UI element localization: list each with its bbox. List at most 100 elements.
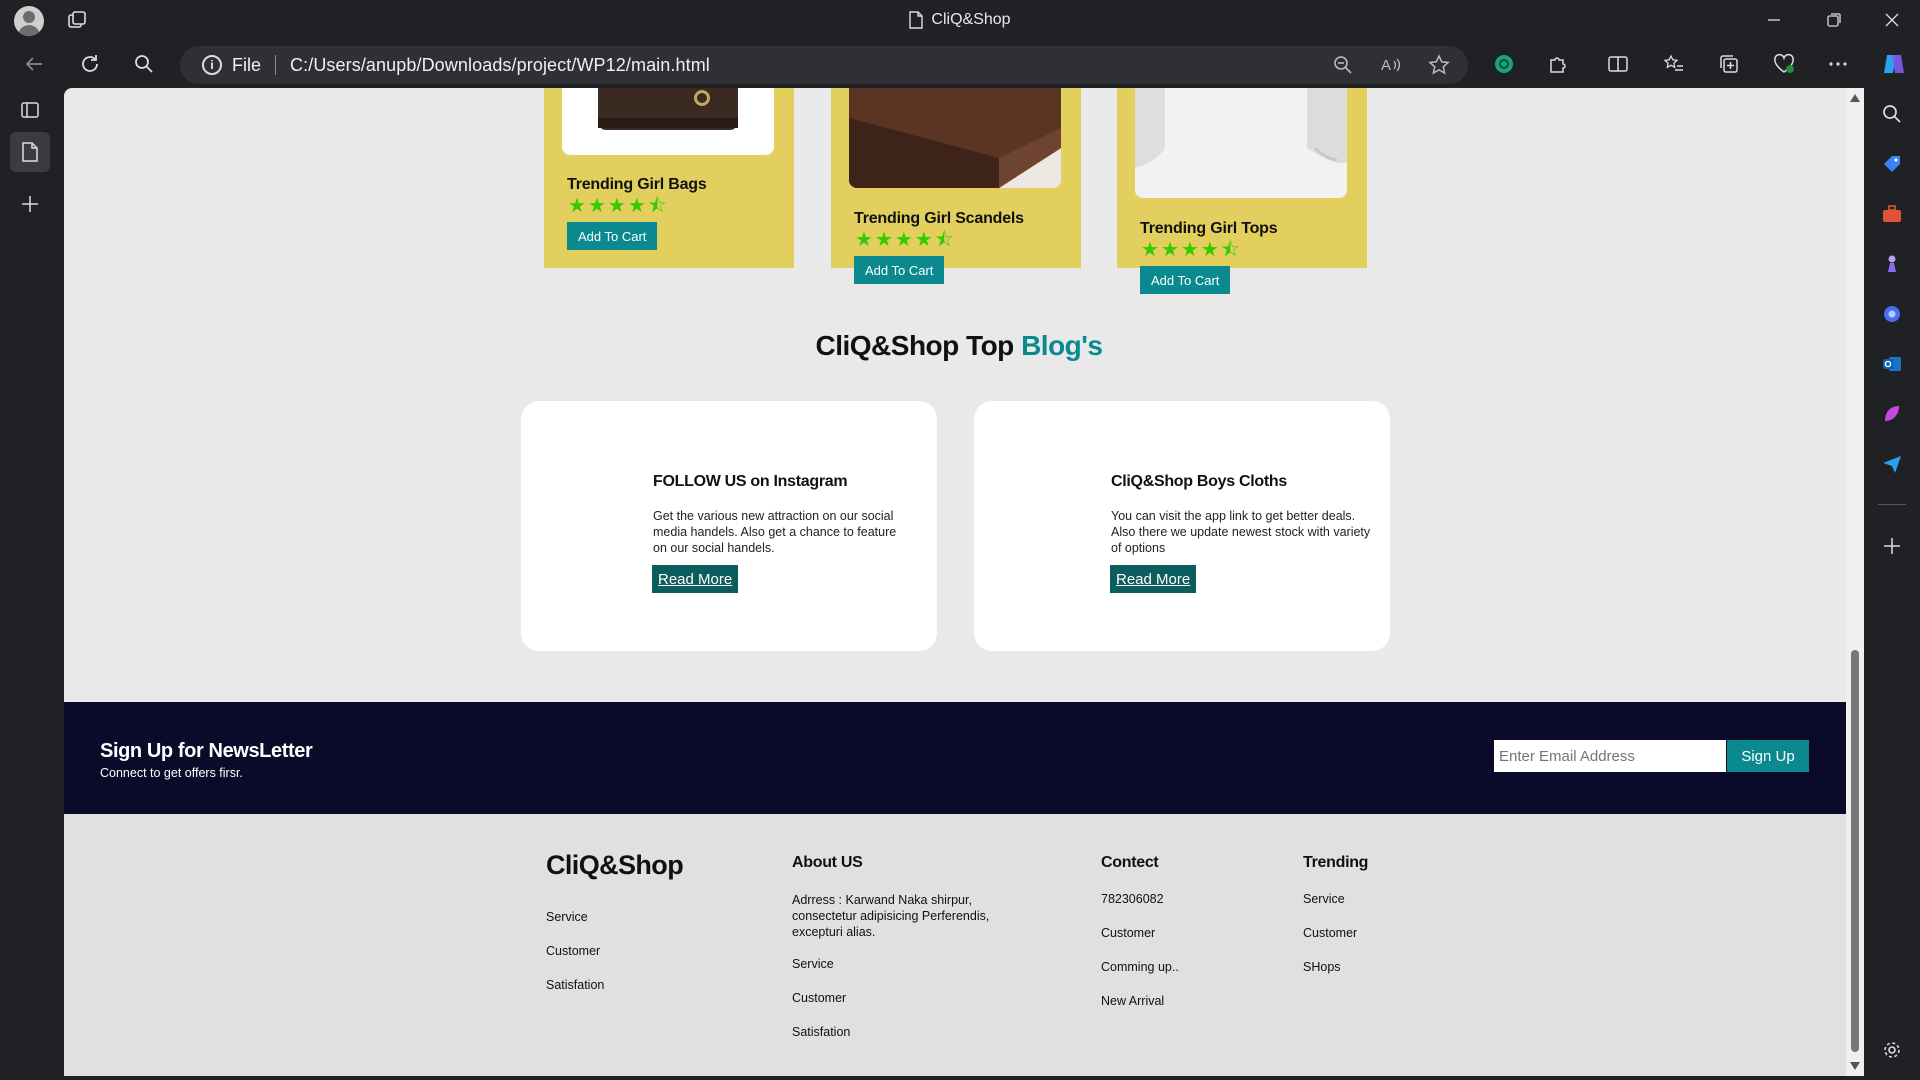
star-icon: ★ xyxy=(1200,239,1219,261)
more-options-button[interactable] xyxy=(1822,48,1854,80)
footer-phone[interactable]: 782306082 xyxy=(1101,892,1164,906)
read-more-button[interactable]: Read More xyxy=(652,565,739,593)
gear-icon xyxy=(1884,1042,1900,1058)
blog-heading-accent: Blog's xyxy=(1021,330,1103,361)
footer-link[interactable]: Customer xyxy=(1303,926,1357,940)
favorites-button[interactable] xyxy=(1658,48,1690,80)
half-star-icon: ⯪ xyxy=(934,229,954,251)
window-title: CliQ&Shop xyxy=(0,0,1920,40)
product-image xyxy=(849,88,1061,188)
white-top-image xyxy=(1135,88,1347,198)
sidebar-send-button[interactable] xyxy=(1876,448,1908,480)
copilot-icon xyxy=(1884,55,1904,73)
back-arrow-icon xyxy=(25,57,42,71)
footer-link[interactable]: Satisfation xyxy=(792,1025,850,1039)
sidebar-outlook-button[interactable] xyxy=(1876,348,1908,380)
browser-toolbar: i File C:/Users/anupb/Downloads/project/… xyxy=(0,40,1920,88)
back-button[interactable] xyxy=(18,48,50,80)
footer-link[interactable]: SHops xyxy=(1303,960,1341,974)
add-to-cart-button[interactable]: Add To Cart xyxy=(1140,266,1231,294)
address-bar[interactable]: i File C:/Users/anupb/Downloads/project/… xyxy=(180,46,1468,84)
product-image xyxy=(562,88,774,155)
blog-card: CliQ&Shop Boys Cloths You can visit the … xyxy=(974,401,1390,651)
footer-link[interactable]: Service xyxy=(546,910,588,924)
sidebar-search-button[interactable] xyxy=(1876,98,1908,130)
tag-icon xyxy=(1884,156,1900,172)
address-separator xyxy=(275,55,277,75)
site-info-icon[interactable]: i xyxy=(202,55,222,75)
scrollbar-thumb[interactable] xyxy=(1851,650,1859,1052)
new-tab-button[interactable] xyxy=(10,184,50,224)
address-url[interactable]: C:/Users/anupb/Downloads/project/WP12/ma… xyxy=(290,55,710,76)
zoom-out-icon[interactable] xyxy=(1328,50,1358,80)
product-card: Trending Girl Scandels ★ ★ ★ ★ ⯪ Add To Cart xyxy=(831,88,1081,284)
sidebar-tools-button[interactable] xyxy=(1876,198,1908,230)
footer-link[interactable]: Comming up.. xyxy=(1101,960,1179,974)
restore-button[interactable] xyxy=(1806,0,1862,40)
close-icon xyxy=(1885,13,1899,27)
chatgpt-extension-button[interactable] xyxy=(1488,48,1520,80)
rating-stars: ★ ★ ★ ★ ⯪ xyxy=(1141,240,1240,260)
page-viewport[interactable]: Trending Girl Bags ★ ★ ★ ★ ⯪ Add To Cart Tre… xyxy=(64,88,1864,1076)
footer-link[interactable]: Customer xyxy=(792,991,846,1005)
email-input[interactable] xyxy=(1494,740,1726,772)
product-card: Trending Girl Bags ★ ★ ★ ★ ⯪ Add To Cart xyxy=(544,88,794,268)
minimize-button[interactable] xyxy=(1746,0,1802,40)
sidebar-add-button[interactable] xyxy=(1876,530,1908,562)
footer-link[interactable]: Service xyxy=(1303,892,1345,906)
scroll-up-arrow-icon[interactable] xyxy=(1850,94,1860,102)
workspaces-icon[interactable] xyxy=(66,9,88,31)
minimize-icon xyxy=(1768,19,1780,21)
star-icon: ★ xyxy=(607,195,626,217)
footer-link[interactable]: Customer xyxy=(1101,926,1155,940)
split-screen-button[interactable] xyxy=(1602,48,1634,80)
footer-link[interactable]: Service xyxy=(792,957,834,971)
product-image xyxy=(1135,88,1347,198)
sidebar-settings-button[interactable] xyxy=(1876,1034,1908,1066)
browser-essentials-button[interactable] xyxy=(1768,48,1800,80)
tab-actions-button[interactable] xyxy=(10,90,50,130)
extensions-button[interactable] xyxy=(1542,48,1574,80)
footer: CliQ&Shop Service Customer Satisfation A… xyxy=(64,814,1846,1076)
document-icon xyxy=(909,11,924,29)
puzzle-icon xyxy=(1550,57,1566,73)
add-to-cart-button[interactable]: Add To Cart xyxy=(567,222,658,250)
newsletter-title: Sign Up for NewsLetter xyxy=(100,740,313,762)
sidebar-shopping-button[interactable] xyxy=(1876,148,1908,180)
tab-cliqshop[interactable] xyxy=(10,132,50,172)
product-card: Trending Girl Tops ★ ★ ★ ★ ⯪ Add To Cart xyxy=(1117,88,1367,294)
add-to-cart-button[interactable]: Add To Cart xyxy=(854,256,945,284)
sidebar-designer-button[interactable] xyxy=(1876,398,1908,430)
send-icon xyxy=(1883,456,1901,473)
blog-card-description: Get the various new attraction on our so… xyxy=(653,509,897,555)
search-button[interactable] xyxy=(128,48,160,80)
outlook-icon xyxy=(1883,357,1901,371)
sidebar-copilot-button[interactable] xyxy=(1876,298,1908,330)
read-aloud-icon[interactable]: A xyxy=(1376,50,1406,80)
copilot-button[interactable] xyxy=(1878,48,1910,80)
address-scheme: File xyxy=(232,54,262,75)
scroll-down-arrow-icon[interactable] xyxy=(1850,1062,1860,1070)
footer-link[interactable]: Satisfation xyxy=(546,978,604,992)
profile-avatar[interactable] xyxy=(14,6,44,36)
read-more-button[interactable]: Read More xyxy=(1110,565,1197,593)
collections-button[interactable] xyxy=(1713,48,1745,80)
favorites-list-icon xyxy=(1663,54,1683,71)
refresh-button[interactable] xyxy=(74,48,106,80)
blog-card-description: You can visit the app link to get better… xyxy=(1111,509,1371,555)
star-icon: ★ xyxy=(1160,239,1179,261)
split-screen-icon xyxy=(1608,56,1628,72)
restore-icon xyxy=(1827,13,1841,27)
collections-icon xyxy=(1720,55,1738,73)
page-scrollbar[interactable] xyxy=(1846,88,1864,1076)
sign-up-button[interactable]: Sign Up xyxy=(1727,740,1809,772)
newsletter-subtitle: Connect to get offers firsr. xyxy=(100,766,243,780)
sidebar-games-button[interactable] xyxy=(1876,248,1908,280)
star-icon: ★ xyxy=(627,195,646,217)
close-button[interactable] xyxy=(1864,0,1920,40)
footer-link[interactable]: Customer xyxy=(546,944,600,958)
title-bar: CliQ&Shop xyxy=(0,0,1920,40)
footer-link[interactable]: New Arrival xyxy=(1101,994,1164,1008)
favorite-star-icon[interactable] xyxy=(1424,50,1454,80)
rating-stars: ★ ★ ★ ★ ⯪ xyxy=(568,196,667,216)
